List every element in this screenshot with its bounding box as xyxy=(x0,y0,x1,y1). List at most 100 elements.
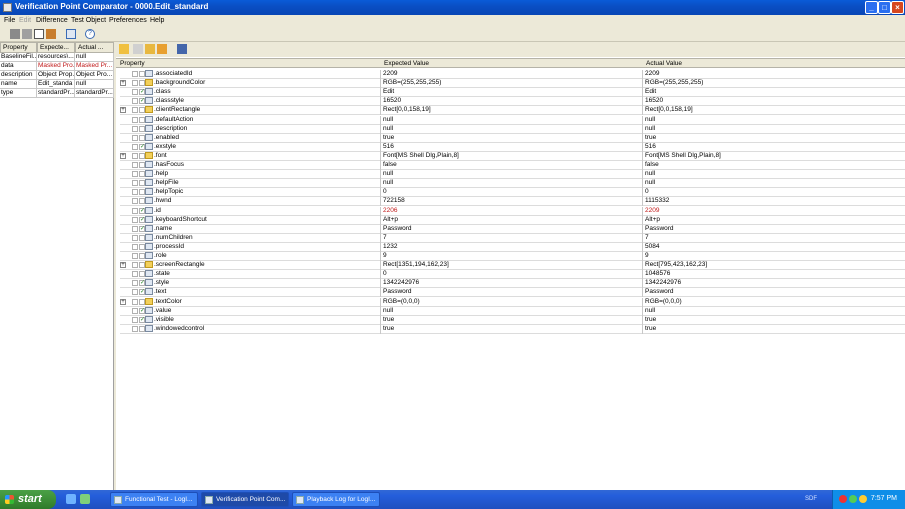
include-checkbox[interactable] xyxy=(132,207,138,214)
tray-icon[interactable] xyxy=(849,495,857,503)
next-difference-icon[interactable] xyxy=(145,44,155,54)
include-checkbox[interactable] xyxy=(132,71,138,77)
minimize-button[interactable]: _ xyxy=(865,1,878,14)
comparison-row[interactable]: + .textColor RGB=(0,0,0) RGB=(0,0,0) xyxy=(120,297,905,307)
left-header-property[interactable]: Property xyxy=(0,42,37,53)
comparison-row[interactable]: ✓ .exstyle 516 516 xyxy=(120,142,905,152)
comparison-row[interactable]: + .screenRectangle Rect[1351,194,162,23] Re… xyxy=(120,261,905,271)
include-checkbox[interactable] xyxy=(132,189,138,196)
include-checkbox[interactable] xyxy=(132,316,138,323)
include-checkbox[interactable] xyxy=(132,116,138,123)
desktop-icon[interactable] xyxy=(80,494,90,504)
expand-icon[interactable]: + xyxy=(120,262,126,269)
include-checkbox[interactable] xyxy=(132,262,138,269)
include-checkbox[interactable] xyxy=(132,125,138,132)
include-checkbox[interactable] xyxy=(132,143,138,150)
comparison-row[interactable]: .enabled true true xyxy=(120,133,905,143)
left-header-expected[interactable]: Expecte... xyxy=(37,42,75,53)
comparison-row[interactable]: + .clientRectangle Rect[0,0,158,19] Rect[0,… xyxy=(120,106,905,116)
comparison-row[interactable]: .defaultAction null null xyxy=(120,115,905,125)
help-icon[interactable]: ? xyxy=(85,29,95,39)
include-checkbox[interactable] xyxy=(132,253,138,259)
header-actual-value[interactable]: Actual Value xyxy=(646,60,682,67)
comparison-row[interactable]: + .font Font[MS Shell Dlg,Plain,8] Font[MS … xyxy=(120,151,905,161)
comparison-row[interactable]: .windowedcontrol true true xyxy=(120,324,905,334)
replace-baseline-icon[interactable] xyxy=(22,29,32,39)
menu-help[interactable]: Help xyxy=(150,17,164,24)
include-checkbox[interactable] xyxy=(132,271,138,278)
language-indicator[interactable]: SDF xyxy=(805,496,817,502)
comparison-row[interactable]: .associatedId 2209 2209 xyxy=(120,70,905,79)
left-table-row[interactable]: data Masked Pro... Masked Pr... xyxy=(0,62,114,71)
menu-file[interactable]: File xyxy=(4,17,15,24)
comparison-row[interactable]: .help null null xyxy=(120,170,905,180)
include-checkbox[interactable] xyxy=(132,289,138,296)
maximize-button[interactable]: □ xyxy=(878,1,891,14)
comparison-row[interactable]: ✓ .classstyle 16520 16520 xyxy=(120,97,905,107)
comparison-row[interactable]: .helpTopic 0 0 xyxy=(120,188,905,198)
task-verification-point[interactable]: Verification Point Com... xyxy=(201,492,289,507)
include-checkbox[interactable] xyxy=(132,225,138,232)
comparison-row[interactable]: ✓ .style 1342242976 1342242976 xyxy=(120,279,905,289)
comparison-row[interactable]: .numChildren 7 7 xyxy=(120,233,905,243)
include-checkbox[interactable] xyxy=(132,98,138,105)
header-property[interactable]: Property xyxy=(120,60,145,67)
include-checkbox[interactable] xyxy=(132,180,138,187)
include-checkbox[interactable] xyxy=(132,216,138,223)
include-checkbox[interactable] xyxy=(132,162,138,168)
expand-icon[interactable]: + xyxy=(120,298,126,305)
include-checkbox[interactable] xyxy=(132,134,138,141)
task-playback-log[interactable]: Playback Log for LogI... xyxy=(292,492,380,507)
left-header-actual[interactable]: Actual ... xyxy=(75,42,114,53)
include-checkbox[interactable] xyxy=(132,171,138,178)
task-functional-test[interactable]: Functional Test - LogI... xyxy=(110,492,198,507)
expand-icon[interactable]: + xyxy=(120,80,126,87)
properties-icon[interactable] xyxy=(66,29,76,39)
previous-difference-icon[interactable] xyxy=(133,44,143,54)
include-checkbox[interactable] xyxy=(132,89,138,96)
left-table-row[interactable]: name Edit_standa null xyxy=(0,80,114,89)
comparison-row[interactable]: ✓ .visible true true xyxy=(120,315,905,325)
menu-edit[interactable]: Edit xyxy=(19,17,31,24)
include-checkbox[interactable] xyxy=(132,325,138,332)
comparison-row[interactable]: .role 9 9 xyxy=(120,252,905,261)
include-checkbox[interactable] xyxy=(132,234,138,241)
menu-test-object[interactable]: Test Object xyxy=(71,17,106,24)
left-table-row[interactable]: description Object Prop... Object Pro... xyxy=(0,71,114,80)
comparison-row[interactable]: ✓ .id 2206 2209 xyxy=(120,206,905,216)
comparison-row[interactable]: .hwnd 722158 1115332 xyxy=(120,197,905,207)
edit-icon[interactable] xyxy=(34,29,44,39)
include-checkbox[interactable] xyxy=(132,298,138,305)
ie-icon[interactable] xyxy=(66,494,76,504)
comparison-row[interactable]: .description null null xyxy=(120,124,905,134)
comparison-row[interactable]: .state 0 1048576 xyxy=(120,270,905,280)
start-button[interactable]: start xyxy=(0,490,56,509)
save-icon[interactable] xyxy=(10,29,20,39)
include-checkbox[interactable] xyxy=(132,80,138,87)
comparison-row[interactable]: .helpFile null null xyxy=(120,179,905,189)
filter-icon[interactable] xyxy=(157,44,167,54)
expand-icon[interactable]: + xyxy=(120,107,126,114)
menu-preferences[interactable]: Preferences xyxy=(109,17,147,24)
include-checkbox[interactable] xyxy=(132,198,138,205)
comparison-row[interactable]: ✓ .text Password Password xyxy=(120,288,905,298)
comparison-row[interactable]: + .backgroundColor RGB=(255,255,255) RGB=(2… xyxy=(120,79,905,89)
highlight-icon[interactable] xyxy=(177,44,187,54)
comparison-row[interactable]: ✓ .keyboardShortcut Alt+p Alt+p xyxy=(120,215,905,225)
comparison-row[interactable]: ✓ .value null null xyxy=(120,306,905,316)
comparison-row[interactable]: .hasFocus false false xyxy=(120,161,905,170)
expand-icon[interactable]: + xyxy=(120,152,126,159)
compare-icon[interactable] xyxy=(46,29,56,39)
comparison-row[interactable]: ✓ .name Password Password xyxy=(120,224,905,234)
tray-icon[interactable] xyxy=(839,495,847,503)
comparison-row[interactable]: ✓ .class Edit Edit xyxy=(120,88,905,98)
include-checkbox[interactable] xyxy=(132,107,138,114)
comparison-row[interactable]: .processId 1232 5084 xyxy=(120,242,905,252)
close-button[interactable]: × xyxy=(891,1,904,14)
header-expected-value[interactable]: Expected Value xyxy=(384,60,429,67)
include-checkbox[interactable] xyxy=(132,307,138,314)
include-checkbox[interactable] xyxy=(132,280,138,287)
include-checkbox[interactable] xyxy=(132,243,138,250)
left-table-row[interactable]: type standardPr... standardPr... xyxy=(0,89,114,98)
include-checkbox[interactable] xyxy=(132,152,138,159)
